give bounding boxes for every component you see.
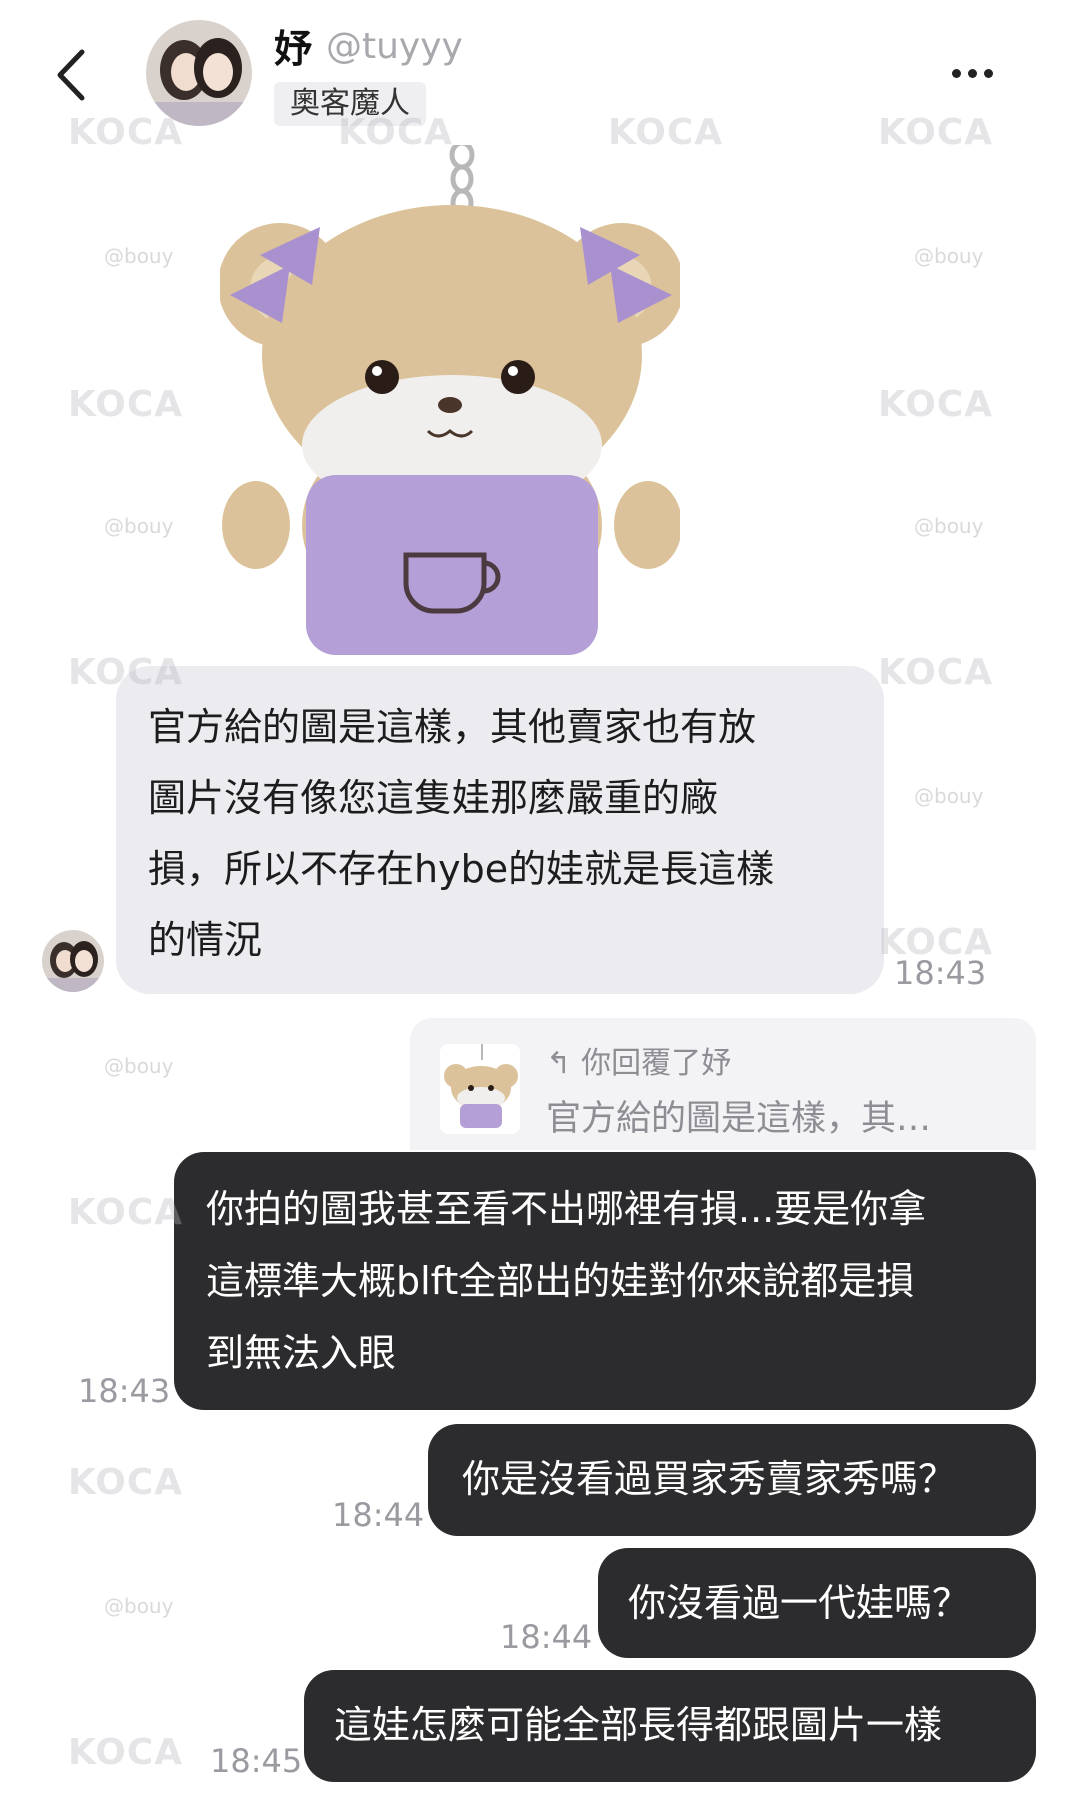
message-text: 你沒看過一代娃嗎？ (628, 1581, 971, 1625)
watermark: KOCA (878, 652, 994, 693)
watermark-small: @bouy (104, 514, 174, 538)
sender-avatar[interactable] (42, 930, 104, 992)
chat-header: 妤 @tuyyy 奧客魔人 (0, 0, 1080, 130)
outgoing-message-bubble[interactable]: 這娃怎麼可能全部長得都跟圖片一樣 (304, 1670, 1036, 1782)
back-button[interactable] (48, 40, 98, 110)
message-line: 官方給的圖是這樣，其他賣家也有放 (148, 705, 757, 749)
message-line: 的情況 (148, 918, 263, 962)
contact-handle: @tuyyy (326, 26, 463, 67)
message-timestamp: 18:44 (332, 1496, 425, 1534)
contact-name: 妤 (274, 27, 313, 71)
outgoing-message-bubble[interactable]: 你是沒看過買家秀賣家秀嗎？ (428, 1424, 1036, 1536)
message-text: 你是沒看過買家秀賣家秀嗎？ (462, 1457, 957, 1501)
message-line: 損，所以不存在hybe的娃就是長這樣 (148, 847, 775, 891)
contact-tag: 奧客魔人 (274, 82, 426, 126)
outgoing-message-bubble[interactable]: 你拍的圖我甚至看不出哪裡有損...要是你拿 這標準大概blft全部出的娃對你來說… (174, 1152, 1036, 1410)
contact-avatar[interactable] (146, 20, 252, 126)
ellipsis-icon (952, 69, 961, 78)
watermark: KOCA (878, 384, 994, 425)
reply-quote-header: ↰ 你回覆了妤 (546, 1046, 732, 1081)
more-options-button[interactable] (946, 58, 1002, 88)
watermark-small: @bouy (104, 1054, 174, 1078)
reply-arrow-icon: ↰ (546, 1046, 572, 1081)
message-line: 到無法入眼 (206, 1331, 397, 1375)
message-line: 這標準大概blft全部出的娃對你來說都是損 (206, 1259, 915, 1303)
message-timestamp: 18:45 (210, 1742, 303, 1780)
reply-quote[interactable]: ↰ 你回覆了妤 官方給的圖是這樣，其… (410, 1018, 1036, 1150)
message-timestamp: 18:43 (894, 954, 987, 992)
message-timestamp: 18:44 (500, 1618, 593, 1656)
watermark-small: @bouy (914, 514, 984, 538)
watermark: KOCA (68, 1192, 184, 1233)
shared-plush-image[interactable] (218, 140, 684, 665)
message-text: 這娃怎麼可能全部長得都跟圖片一樣 (334, 1703, 943, 1747)
message-line: 圖片沒有像您這隻娃那麼嚴重的廠 (148, 776, 719, 820)
message-timestamp: 18:43 (78, 1372, 171, 1410)
quoted-image-thumbnail (440, 1044, 520, 1134)
reply-quote-snippet: 官方給的圖是這樣，其… (546, 1099, 932, 1139)
watermark-small: @bouy (914, 244, 984, 268)
message-line: 你拍的圖我甚至看不出哪裡有損...要是你拿 (206, 1187, 927, 1231)
watermark-small: @bouy (104, 1594, 174, 1618)
incoming-message-bubble[interactable]: 官方給的圖是這樣，其他賣家也有放 圖片沒有像您這隻娃那麼嚴重的廠 損，所以不存在… (116, 666, 884, 994)
chevron-left-icon (57, 49, 85, 101)
watermark-small: @bouy (914, 784, 984, 808)
watermark: KOCA (68, 384, 184, 425)
outgoing-message-bubble[interactable]: 你沒看過一代娃嗎？ (598, 1548, 1036, 1658)
watermark: KOCA (68, 1732, 184, 1773)
watermark: KOCA (68, 1462, 184, 1503)
watermark-small: @bouy (104, 244, 174, 268)
